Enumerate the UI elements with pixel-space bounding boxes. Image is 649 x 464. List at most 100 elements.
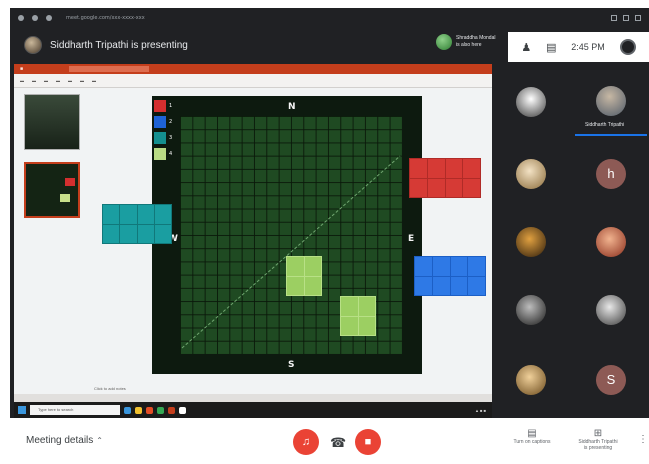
participant-name: Siddharth Tripathi [585,122,625,128]
legend-label: 1 [169,103,173,109]
presenter-avatar [24,36,42,54]
forward-icon[interactable] [32,15,38,21]
self-avatar[interactable] [619,39,636,55]
mic-off-button[interactable]: ♫ [293,429,319,455]
taskbar-search[interactable]: Type here to search [30,405,120,415]
taskbar-app-icon[interactable] [135,406,142,414]
participant-grid: Siddharth Tripathi h S [495,64,649,418]
meeting-details-label: Meeting details [26,435,94,446]
app-frame: meet.google.com/xxx-xxxx-xxx Siddharth T… [10,8,649,464]
block-cell [287,257,304,276]
participant-tile[interactable] [495,346,567,414]
ppt-search-box[interactable] [69,66,150,72]
participant-tile[interactable]: S [575,346,647,414]
legend-item: 1 [154,100,172,112]
browser-bar: meet.google.com/xxx-xxxx-xxx [10,8,649,28]
legend-swatch-red [154,100,166,112]
taskbar-app-icon[interactable] [179,406,186,414]
menu-icon[interactable] [635,15,641,21]
participant-tile[interactable]: h [575,140,647,208]
joiner-status: is also here [456,42,482,48]
mic-off-icon: ♫ [301,436,311,448]
participant-avatar [516,365,546,395]
block-cell [358,297,375,316]
taskbar-app-icon[interactable] [157,406,164,414]
profile-icon[interactable] [623,15,629,21]
more-options-icon[interactable]: ⋮ [638,434,648,445]
captions-icon: ▤ [527,428,537,439]
hang-up-icon[interactable]: ☎ [330,435,346,451]
bottom-control-bar: Meeting details ⌃ ♫ ☎ ■ ▤ Turn on caption… [10,418,649,464]
legend-item: 2 [154,116,172,128]
light-green-block-2 [340,296,376,336]
reload-icon[interactable] [46,15,52,21]
legend-label: 2 [169,119,173,125]
ribbon-tab[interactable]: ▬ [68,78,72,83]
block-cell [304,276,321,295]
header-controls: ♟ ▤ 2:45 PM [508,32,649,62]
captions-button[interactable]: ▤ Turn on captions [510,428,554,445]
legend-label: 4 [169,151,173,157]
compass-north: N [288,102,296,112]
block-cell [341,316,358,335]
joiner-avatar [436,34,452,50]
extension-icon[interactable] [611,15,617,21]
red-block-north-east [409,158,481,198]
ribbon-tab[interactable]: ▬ [92,78,96,83]
meeting-details-button[interactable]: Meeting details ⌃ [26,435,103,446]
presenting-title: Siddharth Tripathi is presenting [50,39,188,51]
camera-off-icon: ■ [364,436,372,448]
taskbar-tray: ▲ ■ ■ [474,407,486,413]
blue-block-east [414,256,486,296]
people-icon[interactable]: ♟ [521,41,531,54]
meet-header: Siddharth Tripathi is presenting Shraddh… [10,28,649,62]
slide-thumbnail-2[interactable] [24,162,80,218]
participant-tile[interactable] [495,68,567,136]
grid-board [180,116,402,354]
legend-label: 3 [169,135,173,141]
legend-item: 4 [154,148,172,160]
shared-screen: ■ ▬ ▬ ▬ ▬ ▬ ▬ ▬ 1 2 3 4 N S W E Click to… [14,64,492,418]
main-slide: 1 2 3 4 N S W E [152,96,422,374]
taskbar-app-icon[interactable] [146,406,153,414]
participant-tile[interactable] [495,140,567,208]
present-screen-icon: ⊞ [593,428,603,439]
block-cell [358,316,375,335]
participant-initial: h [596,159,626,189]
ppt-app-label: ■ [20,66,24,72]
url-bar[interactable]: meet.google.com/xxx-xxxx-xxx [66,15,145,21]
camera-off-button[interactable]: ■ [355,429,381,455]
participant-tile[interactable] [575,276,647,344]
presenting-button[interactable]: ⊞ Siddharth Tripathi is presenting [570,428,626,451]
taskbar-app-icon[interactable] [168,406,175,414]
participant-tile[interactable] [495,276,567,344]
slide-notes[interactable]: Click to add notes [94,386,126,391]
participant-tile[interactable] [495,208,567,276]
captions-label: Turn on captions [513,439,551,445]
participant-tile[interactable] [575,208,647,276]
windows-start-icon[interactable] [18,406,26,414]
ribbon-tab[interactable]: ▬ [44,78,48,83]
ribbon-tab[interactable]: ▬ [80,78,84,83]
participant-avatar [516,227,546,257]
windows-taskbar: Type here to search ▲ ■ ■ [14,402,492,418]
ppt-statusbar [14,394,492,402]
legend-item: 3 [154,132,172,144]
thumbnail-green-block [60,194,70,202]
thumbnail-red-block [65,178,75,186]
ribbon-tab[interactable]: ▬ [56,78,60,83]
cyan-block-west [102,204,172,244]
chat-icon[interactable]: ▤ [546,41,556,54]
ribbon-tab[interactable]: ▬ [20,78,24,83]
compass-south: S [288,360,295,370]
ribbon-tab[interactable]: ▬ [32,78,36,83]
participant-avatar [516,295,546,325]
browser-actions [611,15,641,21]
powerpoint-ribbon: ▬ ▬ ▬ ▬ ▬ ▬ ▬ [14,74,492,88]
slide-thumbnail-1[interactable] [24,94,80,150]
back-icon[interactable] [18,15,24,21]
compass-east: E [408,234,415,244]
taskbar-app-icon[interactable] [124,406,131,414]
block-cell [341,297,358,316]
participant-avatar [516,159,546,189]
